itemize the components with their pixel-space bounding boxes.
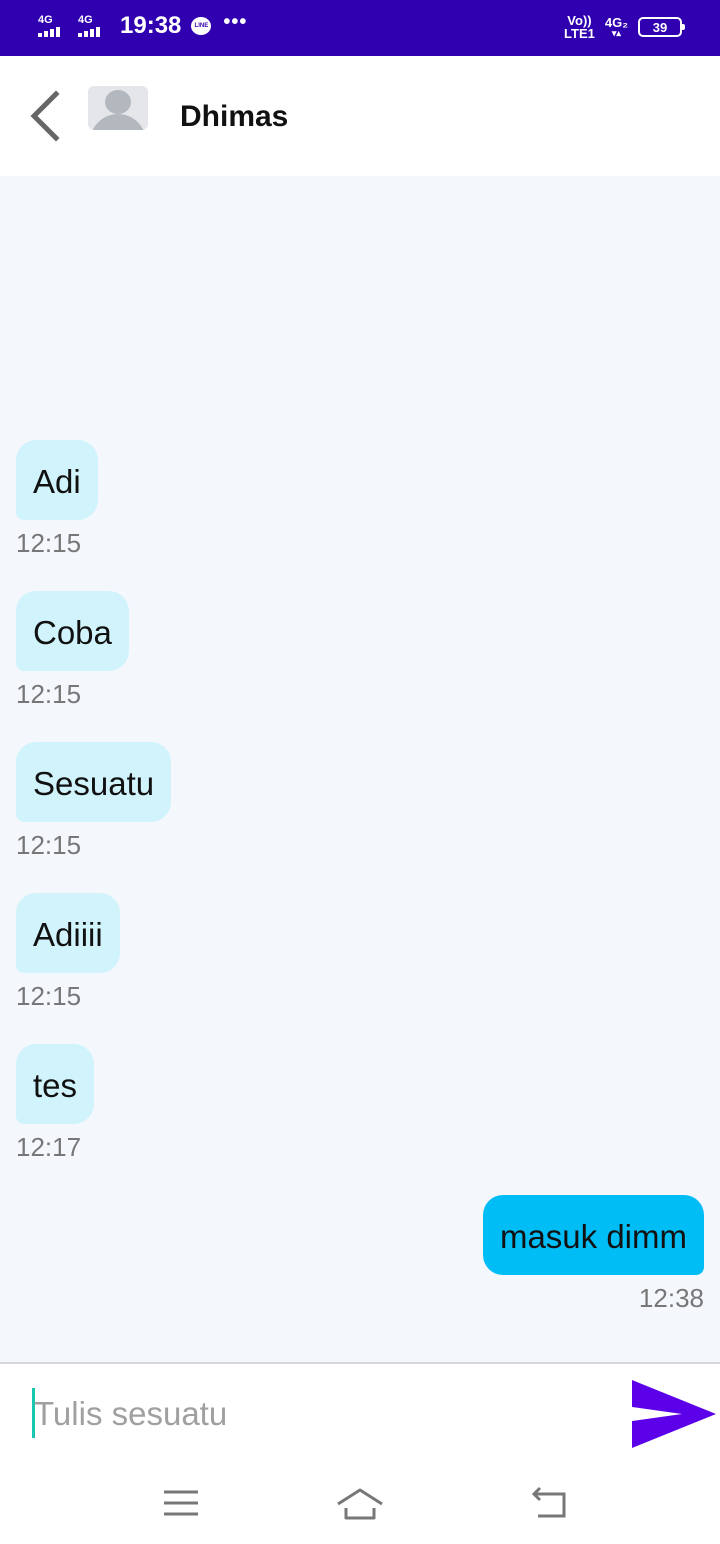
message-time: 12:15: [16, 528, 82, 558]
network-4g-icon: 4G₂ ▾▴: [605, 16, 628, 38]
more-notifications-icon: •••: [223, 10, 248, 33]
home-icon: [337, 1488, 383, 1520]
line-app-icon: LINE: [191, 17, 212, 35]
message-composer: [0, 1362, 720, 1466]
signal-sim2-icon: 4G: [78, 15, 112, 37]
nav-home-button[interactable]: [335, 1484, 385, 1524]
battery-level: 39: [652, 19, 668, 35]
message-time: 12:15: [16, 830, 82, 860]
contact-name[interactable]: Dhimas: [180, 100, 288, 134]
signal-sim1-label: 4G: [38, 14, 53, 26]
nav-menu-button[interactable]: [156, 1484, 206, 1524]
signal-sim1-icon: 4G: [38, 15, 72, 37]
message-incoming[interactable]: Sesuatu 12:15: [16, 742, 172, 861]
status-time: 19:38: [120, 12, 182, 39]
send-arrow-icon: [632, 1380, 716, 1448]
status-bar: 4G 4G 19:38 LINE ••• Vo)) LTE1 4G₂ ▾▴ 39: [0, 0, 720, 56]
message-bubble[interactable]: tes: [16, 1044, 95, 1124]
chat-header: Dhimas: [0, 56, 720, 176]
signal-sim2-label: 4G: [78, 14, 93, 26]
message-incoming[interactable]: Adiiii 12:15: [16, 893, 120, 1012]
message-time: 12:15: [16, 981, 82, 1011]
back-return-icon: [531, 1486, 566, 1518]
volte-bottom: LTE1: [564, 26, 595, 41]
message-time: 12:38: [638, 1283, 704, 1313]
message-bubble[interactable]: Adiiii: [16, 893, 120, 973]
message-incoming[interactable]: Coba 12:15: [16, 591, 129, 710]
message-input[interactable]: [34, 1384, 594, 1444]
message-outgoing[interactable]: masuk dimm 12:38: [482, 1195, 704, 1314]
message-bubble[interactable]: Coba: [16, 591, 129, 671]
message-incoming[interactable]: tes 12:17: [16, 1044, 95, 1163]
battery-icon: 39: [638, 17, 685, 37]
network-bottom: ▾▴: [611, 28, 621, 38]
message-bubble[interactable]: Sesuatu: [16, 742, 172, 822]
message-time: 12:15: [16, 679, 82, 709]
system-nav-bar: [0, 1466, 720, 1544]
chevron-left-icon: [30, 90, 60, 142]
person-avatar-icon[interactable]: [88, 86, 148, 130]
send-button[interactable]: [630, 1378, 720, 1452]
volte-icon: Vo)) LTE1: [564, 14, 595, 40]
chat-messages-area[interactable]: Adi 12:15 Coba 12:15 Sesuatu 12:15 Adiii…: [0, 176, 720, 1362]
message-bubble[interactable]: masuk dimm: [482, 1195, 704, 1275]
message-time: 12:17: [16, 1132, 82, 1162]
menu-icon: [164, 1490, 198, 1516]
message-incoming[interactable]: Adi 12:15: [16, 440, 98, 559]
nav-back-button[interactable]: [526, 1484, 576, 1524]
back-button[interactable]: [26, 90, 70, 142]
message-bubble[interactable]: Adi: [16, 440, 98, 520]
